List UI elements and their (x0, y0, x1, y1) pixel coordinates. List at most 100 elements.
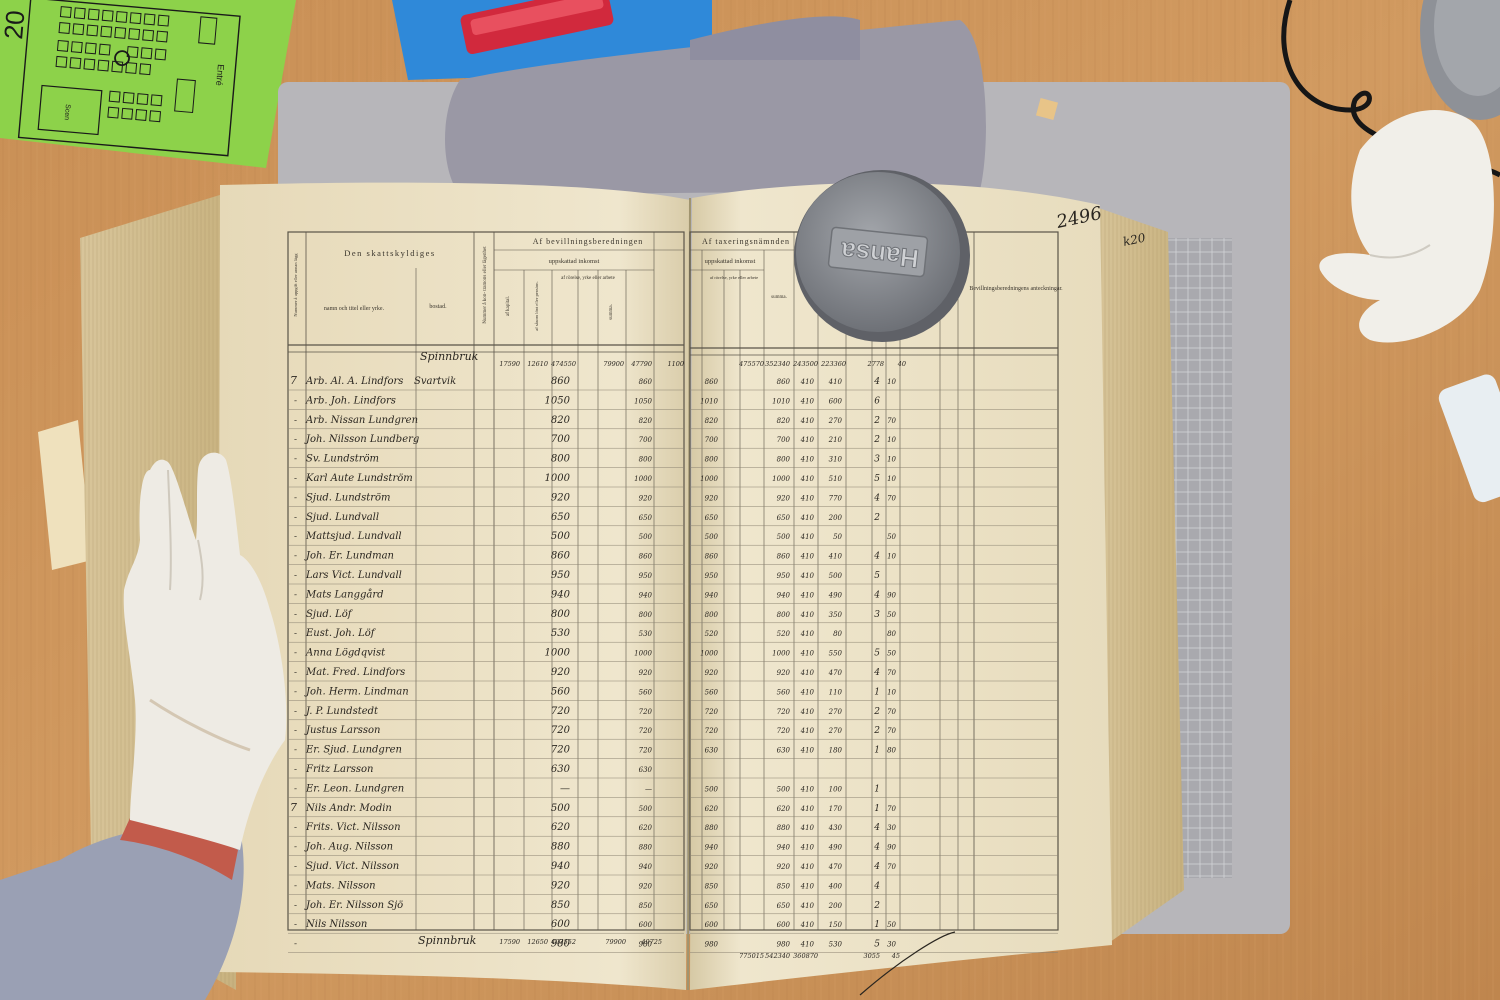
income-sum: 720 (639, 708, 653, 716)
assessed-sum: 940 (777, 844, 791, 852)
right-header-section: Af taxeringsnämnden (702, 237, 790, 246)
income-sum: 720 (639, 747, 653, 755)
assessed-income: 560 (705, 688, 719, 696)
income-value: 820 (551, 415, 571, 426)
taxable: 210 (828, 436, 843, 444)
tax-krona: 2 (873, 901, 880, 911)
header-property: af såsom lönt eller pension. (534, 281, 539, 330)
total-value: 79900 (603, 360, 624, 368)
total-value: 3055 (863, 952, 880, 960)
row-ditto: - (294, 474, 297, 484)
total-value: 12650 (527, 938, 548, 946)
assessed-income: 720 (705, 727, 719, 735)
taxpayer-name: Mats Langgård (305, 588, 384, 600)
assessed-sum: 850 (777, 882, 791, 890)
tax-ore: 10 (887, 456, 896, 464)
taxpayer-name: Joh. Nilsson Lundberg (304, 434, 419, 445)
total-value: 47790 (630, 360, 652, 368)
taxable: 200 (828, 902, 843, 910)
tax-krona: 5 (874, 474, 880, 484)
taxable: 410 (828, 553, 843, 561)
total-value: 352340 (765, 360, 790, 368)
taxable: 550 (829, 650, 843, 658)
total-value: 12610 (527, 360, 548, 368)
row-ditto: - (294, 416, 297, 426)
taxable: 110 (829, 688, 843, 696)
tax-krona: 1 (874, 804, 880, 814)
tax-ore: 50 (887, 611, 896, 619)
income-sum: 860 (639, 378, 653, 386)
income-value: 1000 (545, 648, 571, 659)
taxpayer-name: Joh. Herm. Lindman (304, 686, 409, 697)
row-ditto: - (294, 649, 297, 659)
taxable: 490 (828, 844, 843, 852)
income-sum: 560 (639, 688, 653, 696)
taxpayer-name: Mat. Fred. Lindfors (305, 667, 405, 678)
taxable: 270 (828, 708, 843, 716)
assessed-income: 950 (705, 572, 719, 580)
income-value: 560 (551, 686, 571, 697)
deduction: 410 (800, 805, 815, 813)
right-header-remarks: Bevillningsberedningens anteckningar. (969, 286, 1063, 292)
taxpayer-name: Sjud. Löf (306, 609, 354, 620)
taxpayer-name: Joh. Er. Nilsson Sjö (304, 900, 403, 911)
assessed-income: 940 (705, 591, 719, 599)
taxable: 80 (833, 630, 842, 638)
income-value: 920 (551, 492, 571, 503)
income-sum: 920 (639, 669, 653, 677)
assessed-income: 860 (705, 378, 719, 386)
tax-krona: 4 (873, 862, 880, 872)
assessed-income: 920 (705, 863, 719, 871)
assessed-sum: 800 (777, 611, 791, 619)
left-page (218, 182, 690, 990)
tax-krona: 1 (874, 746, 880, 756)
seating-card: 20 Entré Scen (0, 0, 296, 168)
row-ditto: - (294, 629, 297, 639)
taxable: 470 (828, 669, 843, 677)
income-value: 860 (551, 376, 571, 387)
tax-ore: 70 (887, 727, 896, 735)
income-value: 700 (551, 434, 571, 445)
assessed-sum: 940 (777, 591, 791, 599)
income-sum: 500 (639, 805, 653, 813)
row-ditto: - (294, 765, 297, 775)
income-value: 720 (551, 745, 571, 756)
taxpayer-name: Justus Larsson (304, 725, 380, 736)
tax-krona: 1 (874, 784, 880, 794)
deduction: 410 (800, 378, 815, 386)
deduction: 410 (800, 921, 815, 929)
card-number: 20 (0, 9, 30, 40)
tax-ore: 70 (887, 863, 896, 871)
assessed-income: 800 (705, 456, 719, 464)
taxpayer-name: Anna Lögdqvist (305, 648, 386, 659)
taxable: 430 (828, 824, 843, 832)
income-sum: 980 (639, 941, 653, 949)
income-sum: 530 (639, 630, 653, 638)
taxpayer-name: Karl Aute Lundström (305, 473, 413, 484)
deduction: 410 (800, 785, 815, 793)
taxable: 770 (829, 494, 843, 502)
deduction: 410 (800, 436, 815, 444)
income-value: 1000 (545, 473, 571, 484)
tax-krona: 1 (874, 920, 880, 930)
tax-ore: 30 (887, 941, 896, 949)
taxable: 180 (829, 747, 843, 755)
deduction: 410 (800, 669, 815, 677)
tax-ore: 10 (887, 378, 896, 386)
tax-ore: 90 (887, 591, 896, 599)
income-sum: 940 (639, 863, 653, 871)
income-value: — (560, 783, 570, 794)
tax-ore: 50 (887, 650, 896, 658)
deduction: 410 (800, 572, 815, 580)
income-sum: 940 (639, 591, 653, 599)
deduction: 410 (800, 533, 815, 541)
total-value: 243500 (792, 360, 818, 368)
header-section: Af bevillningsberedningen (533, 237, 644, 246)
tax-ore: 70 (887, 494, 896, 502)
total-value: 45 (891, 952, 900, 960)
total-value: 17590 (499, 360, 520, 368)
tax-krona: 4 (873, 377, 880, 387)
income-value: 1050 (545, 395, 571, 406)
right-top-totals: 475570 352340 243500 223360 2778 40 (738, 360, 906, 368)
assessed-income: 1010 (700, 397, 718, 405)
